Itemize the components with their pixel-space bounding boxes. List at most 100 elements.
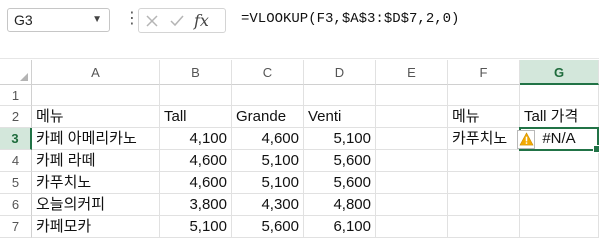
column-header-a[interactable]: A bbox=[32, 60, 160, 85]
table-header-grande: Grande bbox=[236, 108, 287, 125]
table-cell: 4,600 bbox=[189, 174, 227, 191]
formula-buttons: fx bbox=[138, 8, 226, 33]
fx-icon[interactable]: fx bbox=[194, 9, 209, 32]
row-header-5[interactable]: 5 bbox=[0, 172, 32, 194]
table-cell: 5,600 bbox=[333, 152, 371, 169]
cell-b6[interactable]: 3,800 bbox=[160, 194, 232, 216]
chevron-down-icon[interactable]: ▼ bbox=[92, 9, 102, 31]
row-header-3[interactable]: 3 bbox=[0, 128, 32, 150]
cell-e6[interactable] bbox=[376, 194, 448, 216]
table-cell: 카페 라떼 bbox=[36, 152, 96, 169]
lookup-menu-header: 메뉴 bbox=[452, 108, 480, 125]
cell-c5[interactable]: 5,100 bbox=[232, 172, 304, 194]
row-header-2[interactable]: 2 bbox=[0, 106, 32, 128]
formula-bar-area: G3 ▼ ⋮ fx =VLOOKUP(F3,$A$3:$D$7,2,0) bbox=[0, 0, 599, 60]
lookup-menu-value: 카푸치노 bbox=[452, 130, 508, 147]
cell-d5[interactable]: 5,600 bbox=[304, 172, 376, 194]
name-box[interactable]: G3 ▼ bbox=[7, 8, 110, 32]
cell-f1[interactable] bbox=[448, 85, 520, 106]
cell-g4[interactable] bbox=[520, 150, 599, 172]
cell-g2[interactable]: Tall 가격 bbox=[520, 106, 599, 128]
table-cell: 4,300 bbox=[261, 196, 299, 213]
table-header-menu: 메뉴 bbox=[36, 108, 64, 125]
cell-b1[interactable] bbox=[160, 85, 232, 106]
cell-c1[interactable] bbox=[232, 85, 304, 106]
select-all-button[interactable] bbox=[0, 60, 32, 85]
check-icon[interactable] bbox=[169, 14, 185, 28]
select-all-icon bbox=[20, 73, 28, 81]
cell-f7[interactable] bbox=[448, 216, 520, 238]
table-cell: 6,100 bbox=[333, 218, 371, 235]
cell-d1[interactable] bbox=[304, 85, 376, 106]
table-cell: 5,100 bbox=[261, 174, 299, 191]
cell-e3[interactable] bbox=[376, 128, 448, 150]
table-cell: 5,600 bbox=[261, 218, 299, 235]
cell-a1[interactable] bbox=[32, 85, 160, 106]
cell-c2[interactable]: Grande bbox=[232, 106, 304, 128]
cell-b4[interactable]: 4,600 bbox=[160, 150, 232, 172]
row-header-6[interactable]: 6 bbox=[0, 194, 32, 216]
cell-f6[interactable] bbox=[448, 194, 520, 216]
table-cell: 5,100 bbox=[261, 152, 299, 169]
cell-b7[interactable]: 5,100 bbox=[160, 216, 232, 238]
error-smart-tag[interactable] bbox=[517, 130, 535, 149]
close-icon[interactable] bbox=[145, 14, 159, 28]
column-header-f[interactable]: F bbox=[448, 60, 520, 85]
cell-e7[interactable] bbox=[376, 216, 448, 238]
table-cell: 카페모카 bbox=[36, 218, 92, 235]
cell-a7[interactable]: 카페모카 bbox=[32, 216, 160, 238]
column-header-c[interactable]: C bbox=[232, 60, 304, 85]
fill-handle[interactable] bbox=[593, 145, 599, 153]
row-header-4[interactable]: 4 bbox=[0, 150, 32, 172]
cell-a3[interactable]: 카페 아메리카노 bbox=[32, 128, 160, 150]
cell-b3[interactable]: 4,100 bbox=[160, 128, 232, 150]
table-cell: 4,600 bbox=[189, 152, 227, 169]
cell-b5[interactable]: 4,600 bbox=[160, 172, 232, 194]
warning-icon bbox=[519, 132, 534, 146]
cell-f5[interactable] bbox=[448, 172, 520, 194]
formula-input[interactable]: =VLOOKUP(F3,$A$3:$D$7,2,0) bbox=[235, 8, 599, 60]
table-cell: 3,800 bbox=[189, 196, 227, 213]
cell-d7[interactable]: 6,100 bbox=[304, 216, 376, 238]
row-header-7[interactable]: 7 bbox=[0, 216, 32, 238]
cell-a4[interactable]: 카페 라떼 bbox=[32, 150, 160, 172]
name-box-value: G3 bbox=[14, 12, 33, 28]
cell-d4[interactable]: 5,600 bbox=[304, 150, 376, 172]
cell-a2[interactable]: 메뉴 bbox=[32, 106, 160, 128]
cell-e1[interactable] bbox=[376, 85, 448, 106]
divider bbox=[0, 58, 599, 59]
table-cell: 카페 아메리카노 bbox=[36, 130, 137, 147]
cell-c3[interactable]: 4,600 bbox=[232, 128, 304, 150]
cell-c7[interactable]: 5,600 bbox=[232, 216, 304, 238]
cell-g5[interactable] bbox=[520, 172, 599, 194]
table-cell: 4,600 bbox=[261, 130, 299, 147]
row-header-1[interactable]: 1 bbox=[0, 85, 32, 106]
table-header-venti: Venti bbox=[308, 108, 342, 125]
cell-f2[interactable]: 메뉴 bbox=[448, 106, 520, 128]
cell-d2[interactable]: Venti bbox=[304, 106, 376, 128]
cell-g1[interactable] bbox=[520, 85, 599, 106]
cell-a6[interactable]: 오늘의커피 bbox=[32, 194, 160, 216]
table-cell: 오늘의커피 bbox=[36, 196, 106, 213]
lookup-price-header: Tall 가격 bbox=[524, 108, 579, 125]
table-cell: 카푸치노 bbox=[36, 174, 92, 191]
column-header-e[interactable]: E bbox=[376, 60, 448, 85]
cell-f3[interactable]: 카푸치노 bbox=[448, 128, 520, 150]
cell-d6[interactable]: 4,800 bbox=[304, 194, 376, 216]
cell-f4[interactable] bbox=[448, 150, 520, 172]
column-header-g[interactable]: G bbox=[520, 60, 599, 85]
table-cell: 5,100 bbox=[333, 130, 371, 147]
cell-d3[interactable]: 5,100 bbox=[304, 128, 376, 150]
cell-e2[interactable] bbox=[376, 106, 448, 128]
cell-g7[interactable] bbox=[520, 216, 599, 238]
cell-c4[interactable]: 5,100 bbox=[232, 150, 304, 172]
table-cell: 5,100 bbox=[189, 218, 227, 235]
column-header-b[interactable]: B bbox=[160, 60, 232, 85]
cell-c6[interactable]: 4,300 bbox=[232, 194, 304, 216]
cell-a5[interactable]: 카푸치노 bbox=[32, 172, 160, 194]
cell-g6[interactable] bbox=[520, 194, 599, 216]
column-header-d[interactable]: D bbox=[304, 60, 376, 85]
cell-b2[interactable]: Tall bbox=[160, 106, 232, 128]
cell-e5[interactable] bbox=[376, 172, 448, 194]
cell-e4[interactable] bbox=[376, 150, 448, 172]
